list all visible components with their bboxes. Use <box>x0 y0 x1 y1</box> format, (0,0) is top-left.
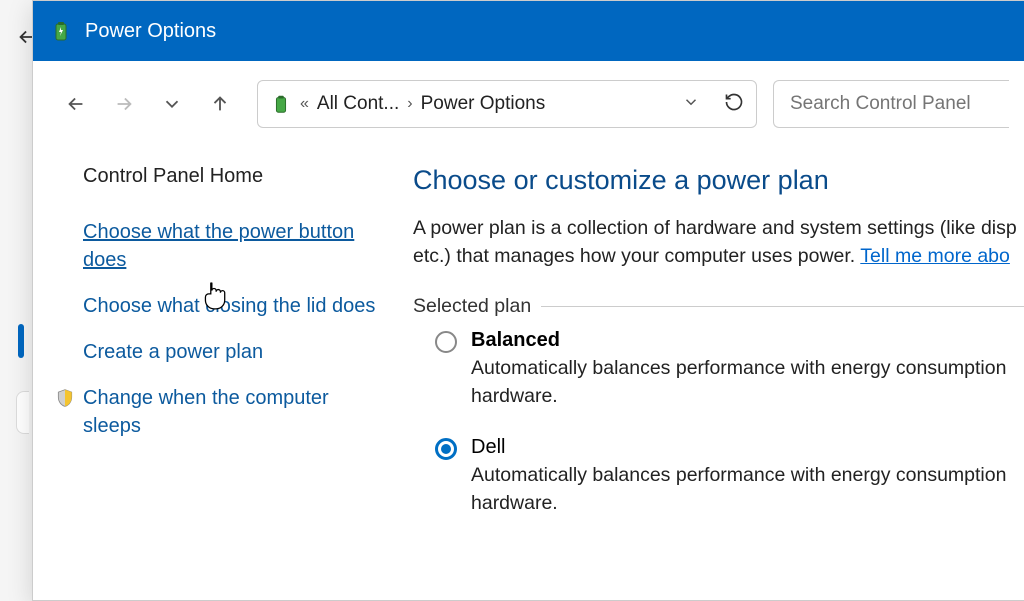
control-panel-window: Power Options « All Cont... › Power Opti… <box>32 0 1024 601</box>
battery-icon <box>270 93 292 115</box>
address-bar[interactable]: « All Cont... › Power Options <box>257 80 757 128</box>
tell-me-more-link[interactable]: Tell me more abo <box>860 245 1010 267</box>
battery-icon <box>49 19 73 43</box>
plan-option-dell: Dell Automatically balances performance … <box>435 436 1024 518</box>
plan-name[interactable]: Balanced <box>471 329 1006 352</box>
sidebar-link-closing-lid[interactable]: Choose what closing the lid does <box>83 292 383 320</box>
section-divider <box>533 306 1024 307</box>
sidebar: Control Panel Home Choose what the power… <box>83 165 403 544</box>
page-heading: Choose or customize a power plan <box>413 165 1024 196</box>
refresh-button[interactable] <box>724 92 744 117</box>
nav-history-dropdown[interactable] <box>151 83 193 125</box>
breadcrumb-sep: « <box>300 95 309 113</box>
window-title: Power Options <box>85 20 216 43</box>
plan-name[interactable]: Dell <box>471 436 1006 459</box>
sidebar-link-create-plan[interactable]: Create a power plan <box>83 338 383 366</box>
radio-dell[interactable] <box>435 438 457 460</box>
titlebar: Power Options <box>33 1 1024 61</box>
plan-option-balanced: Balanced Automatically balances performa… <box>435 329 1024 411</box>
main-panel: Choose or customize a power plan A power… <box>403 165 1024 544</box>
nav-up-button[interactable] <box>199 83 241 125</box>
sidebar-item-label: Change when the computer sleeps <box>83 384 383 440</box>
plan-description: Automatically balances performance with … <box>471 461 1006 518</box>
radio-balanced[interactable] <box>435 331 457 353</box>
nav-forward-button[interactable] <box>103 83 145 125</box>
chevron-right-icon: › <box>407 95 412 113</box>
plan-description: Automatically balances performance with … <box>471 354 1006 411</box>
nav-back-button[interactable] <box>55 83 97 125</box>
shield-icon <box>55 388 75 408</box>
search-input[interactable] <box>790 93 993 115</box>
breadcrumb-segment[interactable]: Power Options <box>421 93 546 115</box>
section-label: Selected plan <box>413 295 541 318</box>
page-description: A power plan is a collection of hardware… <box>413 214 1024 271</box>
sidebar-link-computer-sleeps[interactable]: Change when the computer sleeps <box>55 384 383 440</box>
sidebar-link-power-button[interactable]: Choose what the power button does <box>83 218 383 274</box>
control-panel-home-link[interactable]: Control Panel Home <box>83 165 383 188</box>
breadcrumb-segment[interactable]: All Cont... <box>317 93 399 115</box>
navigation-bar: « All Cont... › Power Options <box>33 61 1024 147</box>
background-box <box>16 391 29 434</box>
slider-edge <box>18 324 24 358</box>
address-dropdown[interactable] <box>682 93 700 116</box>
search-box[interactable] <box>773 80 1009 128</box>
